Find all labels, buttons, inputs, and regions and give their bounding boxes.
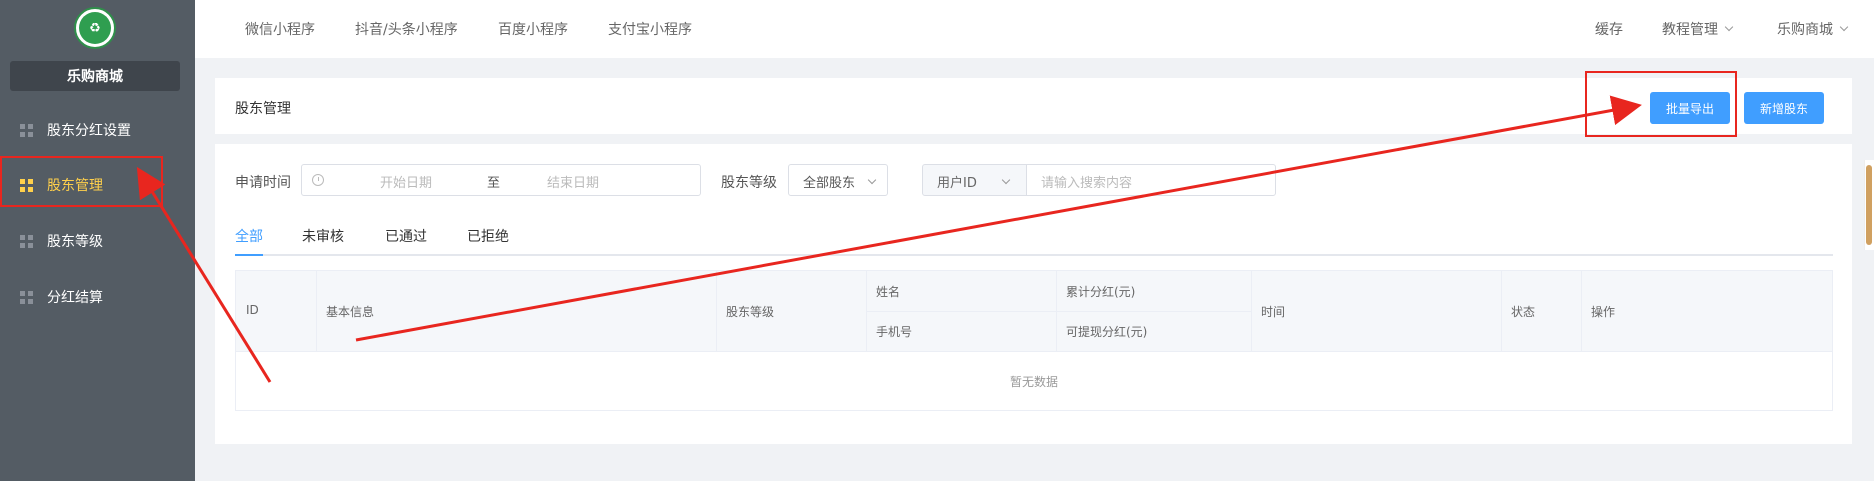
annotation-arrow-export [355,95,1642,342]
annotation-arrows [136,95,1642,383]
annotation-arrow-sidebar [136,166,272,383]
